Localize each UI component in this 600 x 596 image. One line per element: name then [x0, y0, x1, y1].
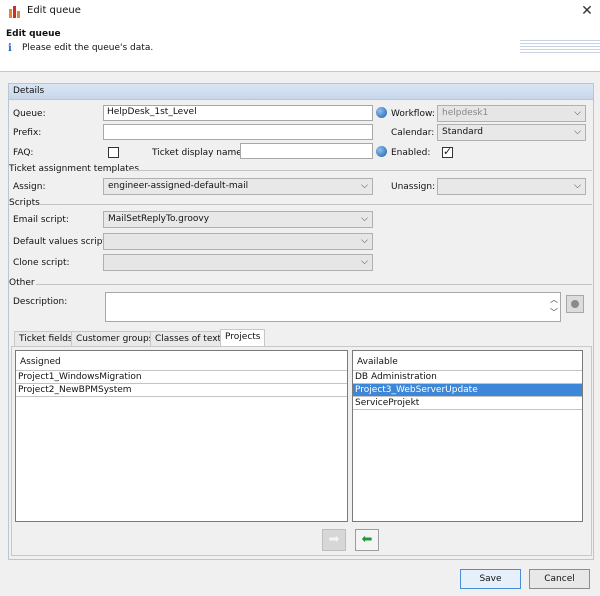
assign-value: engineer-assigned-default-mail — [108, 181, 249, 191]
available-rows: DB Administration Project3_WebServerUpdat… — [353, 371, 582, 410]
move-left-button[interactable]: ⬅ — [355, 529, 379, 551]
workflow-label: Workflow: — [391, 109, 435, 119]
tab-projects[interactable]: Projects — [220, 329, 266, 347]
enabled-label: Enabled: — [391, 148, 431, 158]
ticket-display-name-label: Ticket display name: — [152, 148, 245, 158]
header-title: Edit queue — [6, 29, 61, 39]
clone-script-label: Clone script: — [13, 258, 70, 268]
window-title: Edit queue — [27, 5, 81, 16]
section-divider — [128, 170, 592, 171]
assign-label: Assign: — [13, 182, 46, 192]
assigned-list-header: Assigned — [16, 351, 347, 371]
default-values-script-select[interactable]: ⌵ — [103, 233, 373, 250]
assigned-list-item[interactable]: Project1_WindowsMigration — [16, 371, 347, 384]
unassign-select[interactable]: ⌵ — [437, 178, 586, 195]
arrow-right-icon: ➡ — [328, 532, 340, 547]
faq-checkbox[interactable] — [108, 147, 119, 158]
close-icon[interactable]: ✕ — [578, 2, 596, 20]
chevron-down-icon: ⌵ — [574, 108, 581, 118]
details-group-header — [9, 84, 593, 100]
email-script-select[interactable]: MailSetReplyTo.groovy ⌵ — [103, 211, 373, 228]
chevron-down-icon: ⌵ — [361, 181, 368, 191]
available-list[interactable]: Available DB Administration Project3_WebS… — [352, 350, 583, 522]
chevron-down-icon: ⌵ — [574, 127, 581, 137]
globe-icon[interactable] — [376, 146, 387, 157]
available-list-item[interactable]: ServiceProjekt — [353, 397, 582, 410]
header-subtitle: Please edit the queue's data. — [22, 43, 154, 53]
cancel-button[interactable]: Cancel — [529, 569, 590, 589]
calendar-value: Standard — [442, 127, 483, 137]
prefix-input[interactable] — [103, 124, 373, 140]
assigned-list-item[interactable]: Project2_NewBPMSystem — [16, 384, 347, 397]
workflow-select: helpdesk1 ⌵ — [437, 105, 586, 122]
move-right-button[interactable]: ➡ — [322, 529, 346, 551]
details-group-label: Details — [13, 86, 45, 96]
title-bar — [0, 0, 600, 24]
save-button[interactable]: Save — [460, 569, 521, 589]
ticket-display-name-input[interactable] — [240, 143, 373, 159]
scripts-section-label: Scripts — [9, 198, 40, 208]
globe-icon[interactable] — [376, 107, 387, 118]
unassign-label: Unassign: — [391, 182, 436, 192]
assigned-list[interactable]: Assigned Project1_WindowsMigration Projec… — [15, 350, 348, 522]
default-values-script-label: Default values script: — [13, 237, 109, 247]
chevron-up-icon[interactable]: ︿ — [548, 293, 560, 306]
queue-label: Queue: — [13, 109, 46, 119]
clone-script-select[interactable]: ⌵ — [103, 254, 373, 271]
prefix-label: Prefix: — [13, 128, 42, 138]
chevron-down-icon: ⌵ — [574, 181, 581, 191]
chevron-down-icon: ⌵ — [361, 257, 368, 267]
ticket-assignment-section-label: Ticket assignment templates — [9, 164, 140, 174]
description-edit-button[interactable] — [566, 295, 584, 313]
assigned-rows: Project1_WindowsMigration Project2_NewBPM… — [16, 371, 347, 397]
email-script-label: Email script: — [13, 215, 69, 225]
section-divider — [36, 284, 592, 285]
arrow-left-icon: ⬅ — [361, 532, 373, 547]
tab-ticket-fields[interactable]: Ticket fields — [14, 331, 78, 347]
tab-customer-groups[interactable]: Customer groups — [71, 331, 159, 347]
assign-select[interactable]: engineer-assigned-default-mail ⌵ — [103, 178, 373, 195]
workflow-value: helpdesk1 — [442, 108, 489, 118]
info-icon: i — [8, 43, 12, 54]
faq-label: FAQ: — [13, 148, 34, 158]
description-textarea[interactable] — [105, 292, 561, 322]
other-section-label: Other — [9, 278, 35, 288]
tab-classes-of-text[interactable]: Classes of text — [150, 331, 227, 347]
chevron-down-icon: ⌵ — [361, 236, 368, 246]
description-scroll[interactable]: ︿ ﹀ — [548, 293, 560, 321]
circle-icon — [571, 300, 579, 308]
chevron-down-icon: ⌵ — [361, 214, 368, 224]
email-script-value: MailSetReplyTo.groovy — [108, 214, 210, 224]
description-label: Description: — [13, 297, 68, 307]
calendar-label: Calendar: — [391, 128, 435, 138]
available-list-item[interactable]: Project3_WebServerUpdate — [353, 384, 582, 397]
header-decoration — [520, 40, 600, 60]
chevron-down-icon[interactable]: ﹀ — [548, 306, 560, 319]
queue-input[interactable]: HelpDesk_1st_Level — [103, 105, 373, 121]
section-divider — [40, 204, 592, 205]
enabled-checkbox[interactable] — [442, 145, 453, 158]
available-list-header: Available — [353, 351, 582, 371]
app-icon — [8, 5, 22, 19]
available-list-item[interactable]: DB Administration — [353, 371, 582, 384]
calendar-select[interactable]: Standard ⌵ — [437, 124, 586, 141]
